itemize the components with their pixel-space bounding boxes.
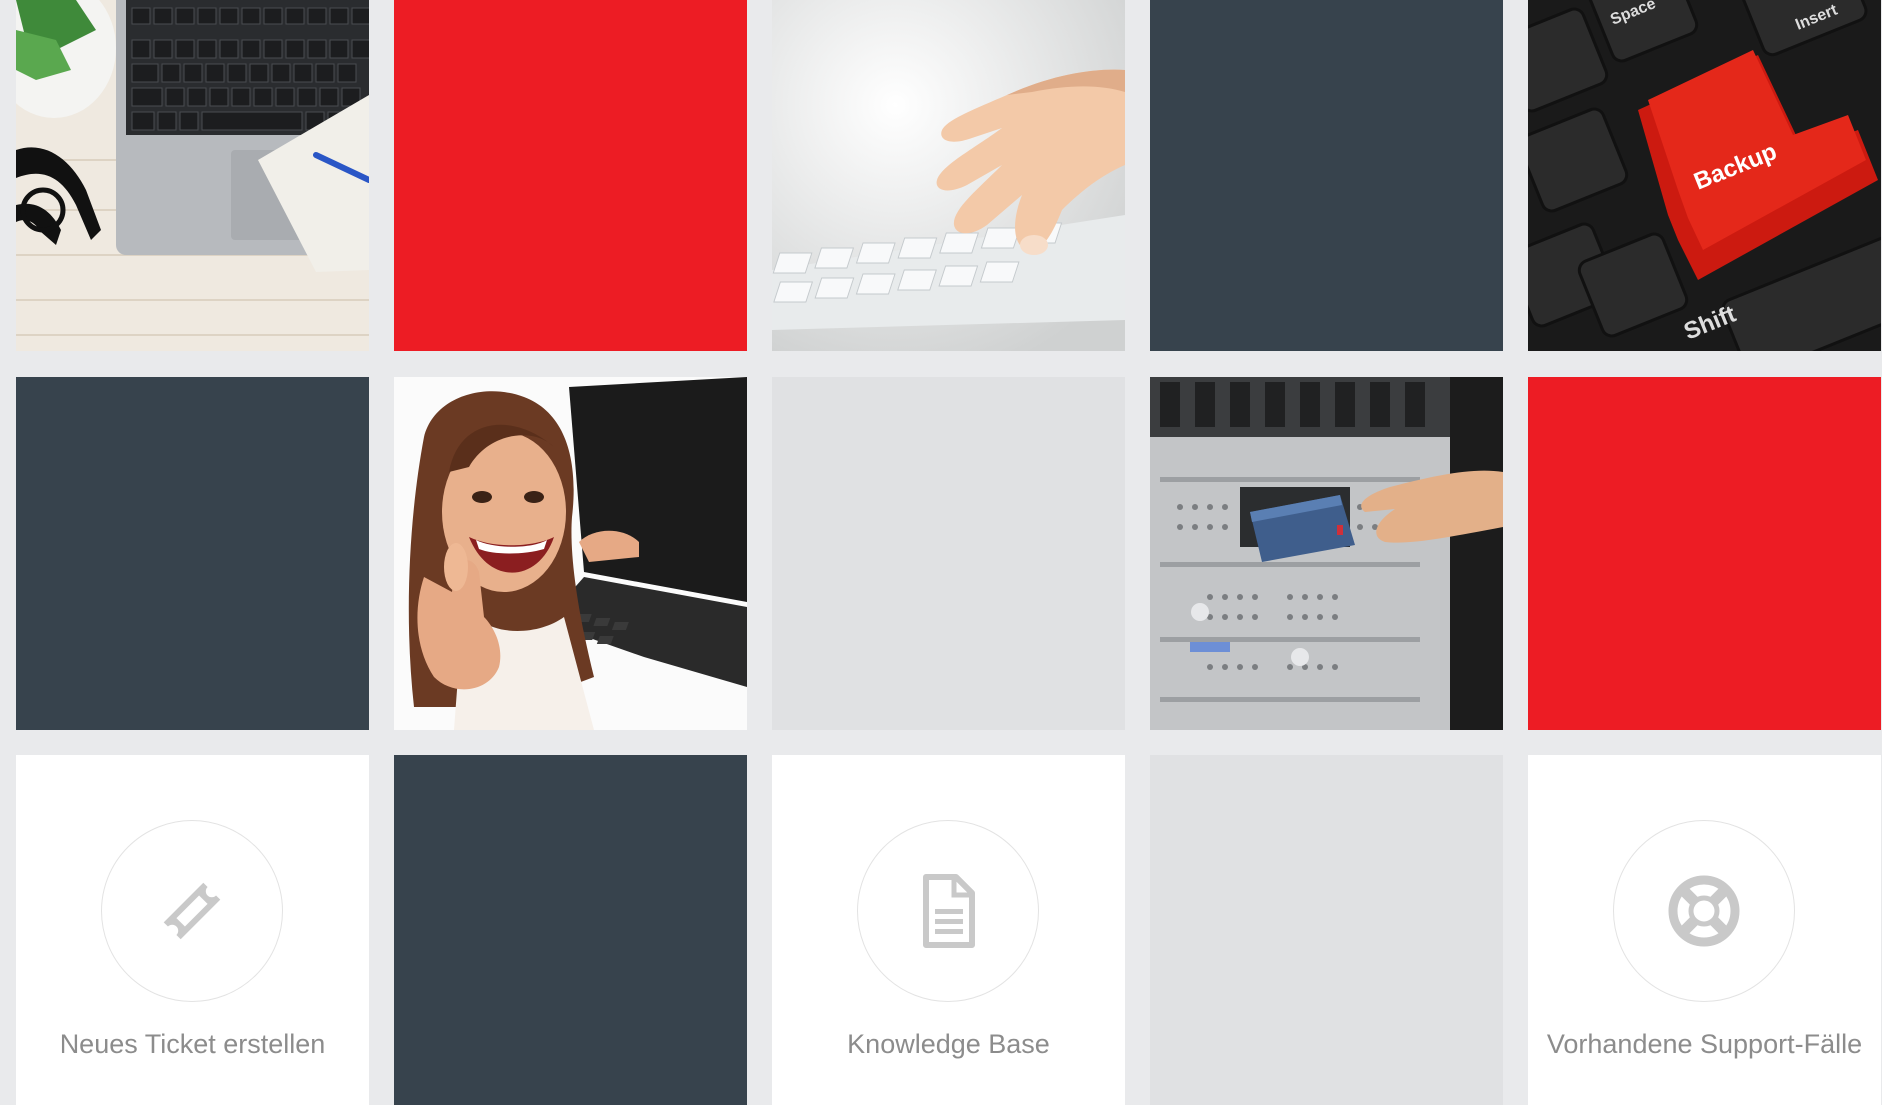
light-gray-tile: [1150, 755, 1503, 1105]
dark-tile: [1150, 0, 1503, 351]
lifebuoy-icon: [1668, 875, 1740, 947]
support-cases-icon-circle[interactable]: [1613, 820, 1795, 1002]
knowledge-base-card[interactable]: Knowledge Base: [772, 755, 1125, 1105]
red-tile: [1528, 377, 1881, 730]
dark-tile: [16, 377, 369, 730]
happy-user-image: [394, 377, 747, 730]
support-cases-label[interactable]: Vorhandene Support-Fälle: [1528, 1029, 1881, 1060]
photo-happy-user: [394, 377, 747, 730]
backup-key-image: Backup Shift Space Insert: [1528, 0, 1881, 351]
server-rack-image: [1150, 377, 1503, 730]
dark-tile: [394, 755, 747, 1105]
light-gray-tile: [772, 377, 1125, 730]
new-ticket-label[interactable]: Neues Ticket erstellen: [16, 1029, 369, 1060]
photo-backup-key: Backup Shift Space Insert: [1528, 0, 1881, 351]
ticket-icon: [163, 882, 221, 940]
knowledge-base-icon-circle[interactable]: [857, 820, 1039, 1002]
tile-grid: Backup Shift Space Insert Neues Ticket e…: [0, 0, 1882, 1105]
knowledge-base-label[interactable]: Knowledge Base: [772, 1029, 1125, 1060]
photo-hand-keyboard: [772, 0, 1125, 351]
laptop-desk-image: [16, 0, 369, 351]
new-ticket-icon-circle[interactable]: [101, 820, 283, 1002]
support-cases-card[interactable]: Vorhandene Support-Fälle: [1528, 755, 1881, 1105]
document-icon: [923, 874, 975, 948]
red-tile: [394, 0, 747, 351]
photo-laptop-desk: [16, 0, 369, 351]
new-ticket-card[interactable]: Neues Ticket erstellen: [16, 755, 369, 1105]
hand-keyboard-image: [772, 0, 1125, 351]
photo-server-rack: [1150, 377, 1503, 730]
